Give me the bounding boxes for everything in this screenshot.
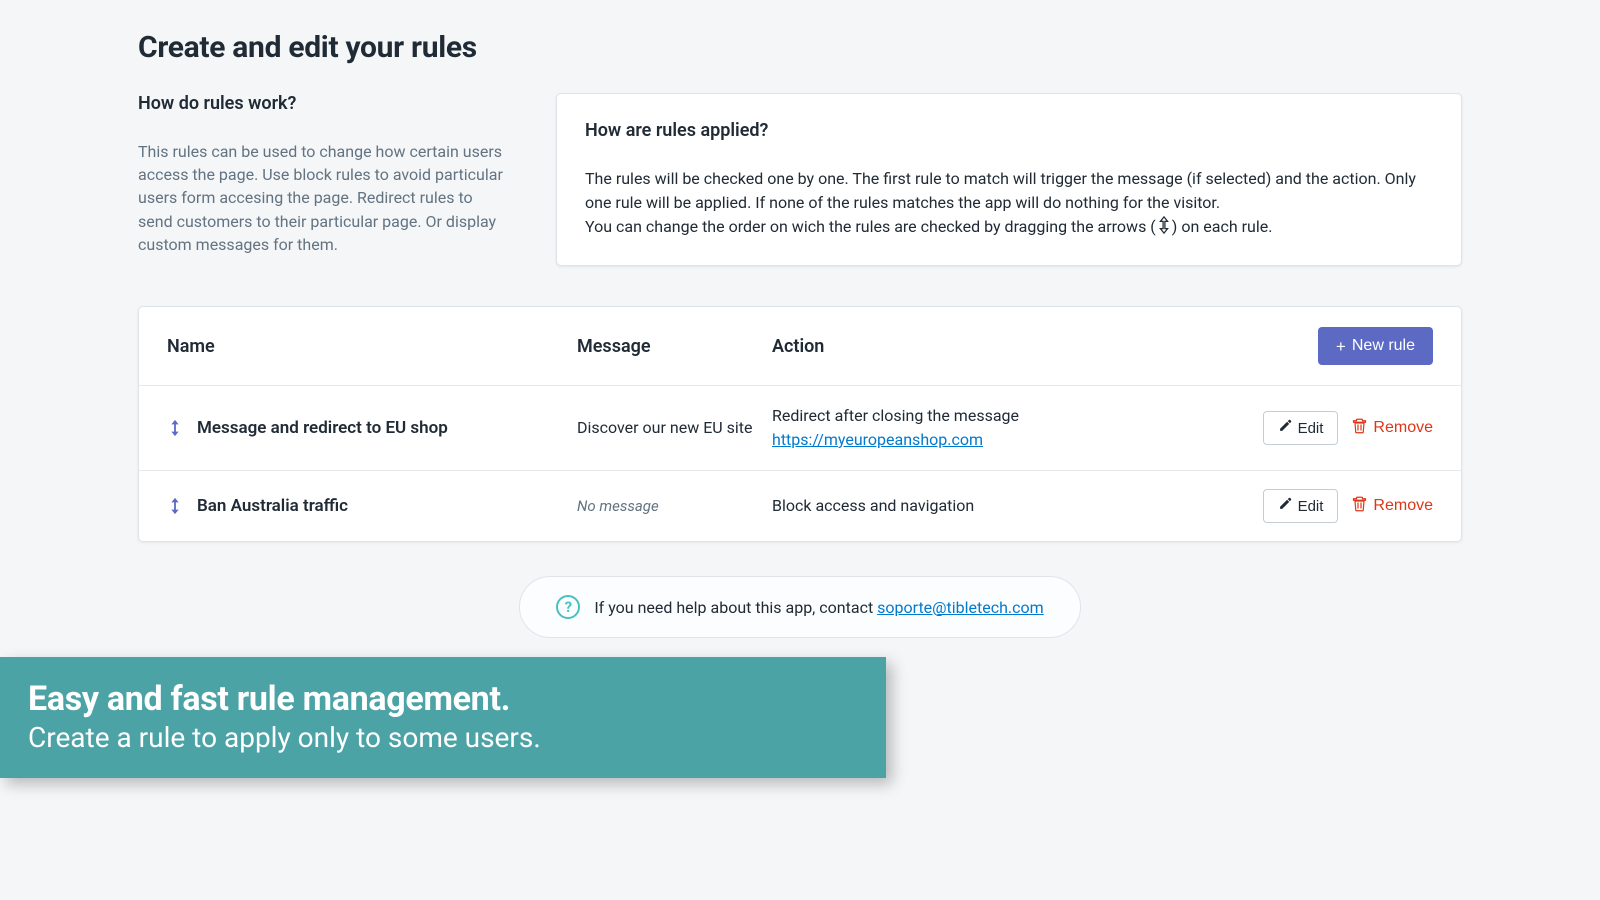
- rule-message-empty: No message: [577, 496, 772, 517]
- col-header-action: Action: [772, 336, 1092, 357]
- rule-action-text: Block access and navigation: [772, 496, 974, 515]
- rule-action: Redirect after closing the message https…: [772, 404, 1092, 452]
- drag-handle-icon[interactable]: [167, 419, 183, 437]
- edit-button[interactable]: Edit: [1263, 411, 1339, 445]
- help-text-pre: If you need help about this app, contact: [594, 598, 877, 617]
- rule-ops: Edit Remove: [1092, 411, 1433, 445]
- plus-icon: +: [1336, 338, 1346, 355]
- applied-body-pre: You can change the order on wich the rul…: [585, 217, 1156, 236]
- page-title: Create and edit your rules: [138, 30, 1462, 65]
- rule-action-text: Redirect after closing the message: [772, 406, 1019, 425]
- applied-body-line1: The rules will be checked one by one. Th…: [585, 169, 1416, 212]
- help-email-link[interactable]: soporte@tibletech.com: [877, 598, 1044, 617]
- help-icon: ?: [556, 595, 580, 619]
- table-header-actions: + New rule: [1092, 327, 1433, 365]
- remove-button[interactable]: Remove: [1352, 418, 1433, 439]
- applied-body-post: ) on each rule.: [1172, 217, 1273, 236]
- rule-ops: Edit Remove: [1092, 489, 1433, 523]
- edit-label: Edit: [1298, 498, 1324, 515]
- promo-title: Easy and fast rule management.: [28, 679, 846, 719]
- how-rules-applied-body: The rules will be checked one by one. Th…: [585, 167, 1433, 239]
- how-rules-applied-card: How are rules applied? The rules will be…: [556, 93, 1462, 266]
- promo-banner: Easy and fast rule management. Create a …: [0, 657, 886, 778]
- trash-icon: [1352, 418, 1367, 439]
- drag-handle-icon[interactable]: [167, 497, 183, 515]
- pencil-icon: [1278, 419, 1292, 437]
- edit-label: Edit: [1298, 420, 1324, 437]
- page-container: Create and edit your rules How do rules …: [0, 0, 1600, 638]
- how-rules-applied-heading: How are rules applied?: [585, 120, 1433, 141]
- how-rules-work-heading: How do rules work?: [138, 93, 508, 114]
- promo-subtitle: Create a rule to apply only to some user…: [28, 721, 846, 754]
- how-rules-work-section: How do rules work? This rules can be use…: [138, 93, 508, 266]
- rule-action-link[interactable]: https://myeuropeanshop.com: [772, 430, 983, 449]
- table-row: Message and redirect to EU shop Discover…: [139, 385, 1461, 470]
- table-header-row: Name Message Action + New rule: [139, 307, 1461, 385]
- remove-label: Remove: [1373, 497, 1433, 515]
- table-row: Ban Australia traffic No message Block a…: [139, 470, 1461, 541]
- help-wrap: ? If you need help about this app, conta…: [138, 576, 1462, 638]
- rule-name: Message and redirect to EU shop: [197, 418, 448, 438]
- rule-action: Block access and navigation: [772, 494, 1092, 518]
- rule-message: Discover our new EU site: [577, 417, 772, 439]
- col-header-name: Name: [167, 336, 577, 357]
- info-row: How do rules work? This rules can be use…: [138, 93, 1462, 266]
- pencil-icon: [1278, 497, 1292, 515]
- col-header-message: Message: [577, 336, 772, 357]
- how-rules-work-body: This rules can be used to change how cer…: [138, 140, 508, 256]
- help-pill: ? If you need help about this app, conta…: [519, 576, 1080, 638]
- new-rule-label: New rule: [1352, 337, 1415, 355]
- rule-name-cell: Ban Australia traffic: [167, 496, 577, 516]
- remove-label: Remove: [1373, 419, 1433, 437]
- new-rule-button[interactable]: + New rule: [1318, 327, 1433, 365]
- trash-icon: [1352, 496, 1367, 517]
- rules-table: Name Message Action + New rule Message a…: [138, 306, 1462, 542]
- help-text: If you need help about this app, contact…: [594, 598, 1043, 617]
- drag-arrows-icon: [1156, 216, 1172, 234]
- remove-button[interactable]: Remove: [1352, 496, 1433, 517]
- rule-name: Ban Australia traffic: [197, 496, 348, 516]
- rule-name-cell: Message and redirect to EU shop: [167, 418, 577, 438]
- edit-button[interactable]: Edit: [1263, 489, 1339, 523]
